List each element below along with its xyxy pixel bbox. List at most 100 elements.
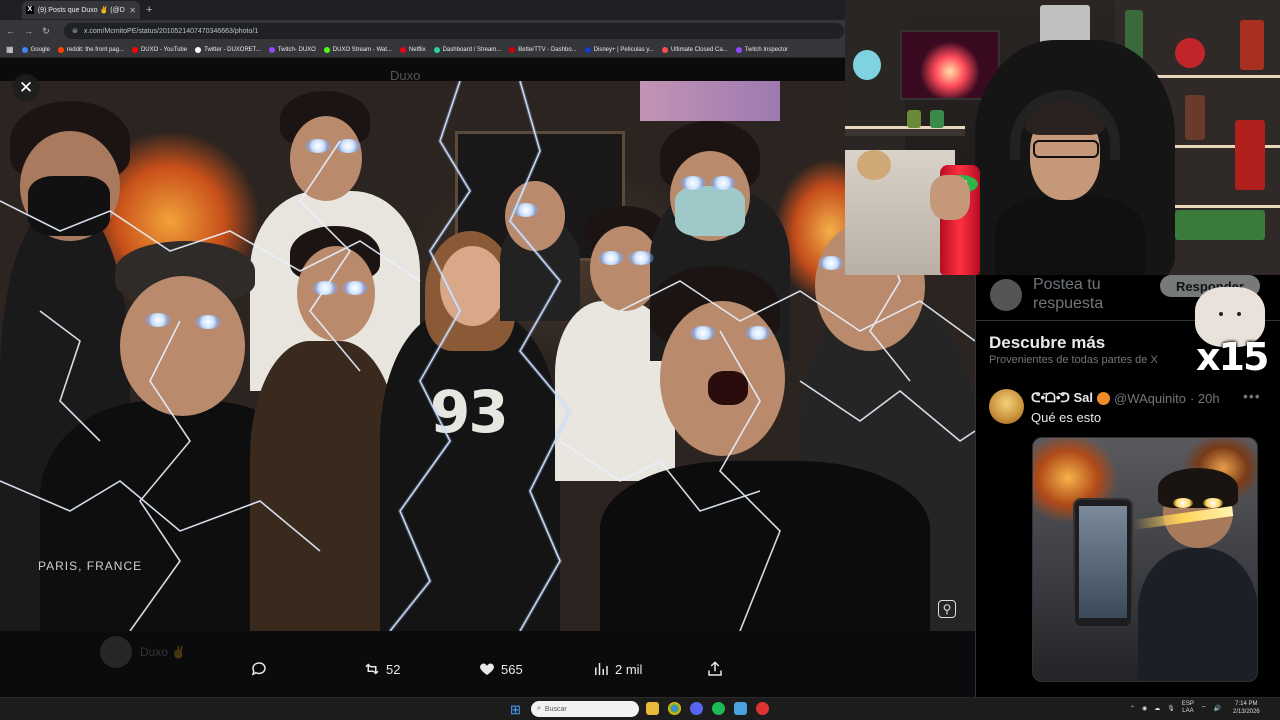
bookmark-item[interactable]: Ultimate Closed Ca... [661,46,728,53]
clock[interactable]: 7:14 PM 2/13/2026 [1233,700,1260,716]
avatar[interactable] [989,389,1024,424]
reply-icon [251,662,266,676]
spotify-icon[interactable] [712,702,725,715]
system-tray: ⌃ ◉ ☁ 🎙 ESP LAA ⌔ 🔊 [1130,701,1221,715]
bookmark-item[interactable]: Netflix [399,46,426,53]
bookmark-item[interactable]: DUXO Stream - Wat... [323,46,392,53]
tweet-header: ᕦ•᷄ᗝ•᷅ᕤ Sal @WAquinito · 20h [1031,390,1220,406]
reply-input[interactable]: Postea tu respuesta [1033,275,1153,313]
person-hair [1158,468,1238,508]
site-info-icon[interactable]: ⊜ [72,27,78,35]
bookmark-item[interactable]: Disney+ | Películas y... [584,46,654,53]
volume-icon[interactable]: 🔊 [1214,705,1221,712]
search-icon: ⌕ [537,705,541,712]
network-icon[interactable]: ◉ [1142,705,1147,712]
bookmark-label: BetterTTV - Dashbo... [518,46,577,53]
reaction-sticker: x15 [1190,287,1275,379]
chevron-up-icon[interactable]: ⌃ [1130,705,1135,712]
collectible [930,110,944,128]
discord-icon[interactable] [690,702,703,715]
bookmark-item[interactable]: Twitch Inspector [735,46,789,53]
mic-icon[interactable]: 🎙 [1167,705,1175,712]
views-chart-icon [595,663,608,675]
language-indicator[interactable]: ESP LAA [1182,701,1194,715]
wifi-icon[interactable]: ⌔ [1201,704,1207,712]
lightning-glow [388,81,473,631]
glasses [1033,140,1099,158]
collectible [1175,38,1205,68]
image-alt-icon[interactable]: ⚲ [938,600,956,618]
retweet-button[interactable]: 52 [363,660,400,678]
heart-icon [480,663,494,675]
collectible [1240,20,1264,70]
lightning-bolt [0,480,321,552]
more-options-icon[interactable]: ••• [1243,388,1261,404]
url-field[interactable]: ⊜ x.com/McmitoPE/status/2010521407470346… [64,23,844,39]
forward-icon[interactable]: → [24,26,33,36]
tweet-author-name[interactable]: ᕦ•᷄ᗝ•᷅ᕤ Sal [1031,390,1093,406]
lightning-glow [507,81,573,631]
views-button[interactable]: 2 mil [592,660,642,678]
new-tab-icon[interactable]: + [146,4,152,16]
clock-date: 2/13/2026 [1233,709,1260,715]
tweet-text: Qué es esto [1031,410,1102,425]
share-icon [708,661,722,676]
bookmark-item[interactable]: Twitter - DUXORET... [195,46,261,53]
bookmarks-bar: ▦ Google reddit: the front pag... DUXO - Y… [0,42,850,58]
x-logo-icon: X [26,6,34,14]
browser-tab[interactable]: X (9) Posts que Duxo ✌️ (@Duxo... ✕ [22,1,140,19]
bookmark-favicon-icon [433,46,440,53]
lightning-bolt [389,81,471,631]
bookmark-item[interactable]: BetterTTV - Dashbo... [509,46,577,53]
bookmark-item[interactable]: reddit: the front pag... [57,46,124,53]
reply-button[interactable] [250,660,268,678]
bookmark-item[interactable]: Twitch- DUXO [268,46,316,53]
bookmark-favicon-icon [661,46,668,53]
tab-close-icon[interactable]: ✕ [129,6,136,15]
bookmark-label: DUXO Stream - Wat... [332,46,392,53]
bookmark-label: Twitch Inspector [744,46,789,53]
bookmark-label: Ultimate Closed Ca... [670,46,728,53]
bookmark-label: DUXO - YouTube [140,46,188,53]
region-code: LAA [1182,708,1194,714]
share-button[interactable] [706,660,724,678]
notepad-icon[interactable] [734,702,747,715]
cloud-icon[interactable]: ☁ [1154,705,1160,712]
tweet-time[interactable]: · 20h [1190,391,1220,406]
close-icon: ✕ [18,78,34,97]
file-explorer-icon[interactable] [646,702,659,715]
webcam-overlay: SPR [845,0,1280,275]
tweet-photo[interactable]: 93 PARIS, FRANCE [0,81,975,631]
close-viewer-button[interactable]: ✕ [12,74,40,102]
streamer-hand [930,175,970,220]
tweet-author-handle[interactable]: @WAquinito [1114,391,1186,406]
streamer-torso [995,195,1145,275]
tweet-media[interactable] [1032,437,1258,682]
clock-time: 7:14 PM [1235,701,1258,707]
apps-icon[interactable]: ▦ [6,45,14,54]
lightning-bolt [509,81,571,631]
taskbar-search[interactable]: ⌕ Buscar [531,701,639,717]
discover-subtitle: Provenientes de todas partes de X [989,354,1158,366]
bookmark-item[interactable]: DUXO - YouTube [131,46,188,53]
bookmark-favicon-icon [735,46,742,53]
back-icon[interactable]: ← [6,26,15,36]
verified-badge-icon [1097,391,1110,405]
views-count: 2 mil [615,661,643,677]
reload-icon[interactable]: ↻ [42,26,50,37]
shelf-light [845,126,965,129]
like-button[interactable]: 565 [478,660,523,678]
windows-start-icon[interactable]: ⊞ [510,702,521,718]
collectible [1175,210,1265,240]
windows-taskbar: ⊞ ⌕ Buscar ⌃ ◉ ☁ 🎙 ESP LAA ⌔ 🔊 7:14 PM 2… [0,697,1280,720]
background-reply-name: Duxo ✌️ [140,645,187,659]
bookmark-item[interactable]: Dashboard / Stream... [433,46,501,53]
bookmark-favicon-icon [323,46,330,53]
lightning-bolt [799,380,975,442]
plush-toy [857,150,891,180]
bookmark-favicon-icon [57,46,64,53]
recording-app-icon[interactable] [756,702,769,715]
bookmark-item[interactable]: Google [21,46,50,53]
chrome-icon[interactable] [668,702,681,715]
like-count: 565 [501,661,523,677]
